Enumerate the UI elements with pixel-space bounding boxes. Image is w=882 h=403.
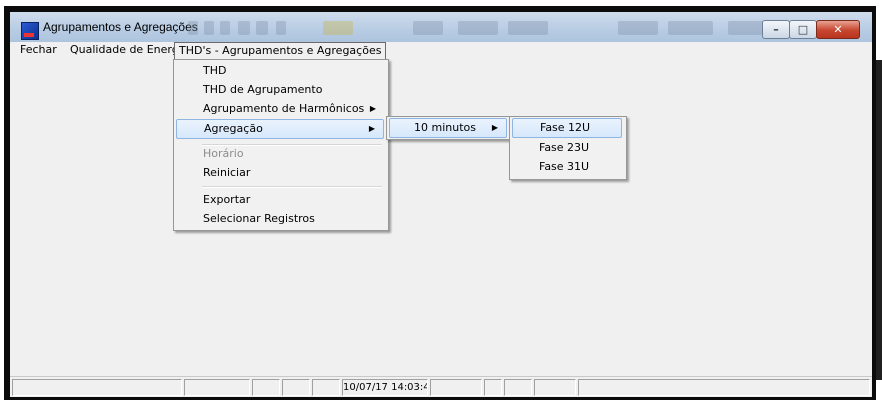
menu-item-thd-de-agrupamento[interactable]: THD de Agrupamento (176, 80, 384, 99)
minimize-icon: – (773, 23, 779, 36)
fase-submenu: Fase 12U Fase 23U Fase 31U (509, 116, 627, 180)
close-button[interactable]: ✕ (816, 20, 860, 39)
status-datetime: 10/07/17 14:03:43 (342, 379, 428, 396)
menu-item-label: Selecionar Registros (203, 212, 315, 225)
status-pane (430, 379, 482, 396)
menu-thd-agrupamentos-agregacoes[interactable]: THD's - Agrupamentos e Agregações (174, 42, 387, 59)
status-pane (184, 379, 250, 396)
status-pane (252, 379, 280, 396)
menu-item-label: Agrupamento de Harmônicos (203, 102, 365, 115)
window-title: Agrupamentos e Agregações (43, 20, 198, 34)
menu-item-label: Fase 12U (540, 121, 591, 134)
menu-item-label: Horário (203, 147, 244, 160)
menu-item-agrupamento-de-harmonicos[interactable]: Agrupamento de Harmônicos ▶ (176, 99, 384, 118)
menu-separator (202, 186, 382, 188)
submenu-arrow-icon: ▶ (368, 124, 375, 133)
client-area (10, 59, 872, 376)
menu-item-reiniciar[interactable]: Reiniciar (176, 163, 384, 182)
maximize-button[interactable]: □ (789, 20, 817, 39)
title-bar[interactable]: Agrupamentos e Agregações – □ ✕ (10, 12, 872, 42)
status-pane (578, 379, 870, 396)
menu-item-label: Agregação (204, 122, 263, 135)
menu-item-10-minutos[interactable]: 10 minutos ▶ (389, 118, 507, 138)
menu-item-agregacao[interactable]: Agregação ▶ (176, 119, 384, 139)
minimize-button[interactable]: – (762, 20, 790, 39)
status-pane (282, 379, 310, 396)
menu-item-fase-23u[interactable]: Fase 23U (512, 138, 622, 157)
window-controls: – □ ✕ (762, 20, 860, 39)
menu-item-fase-31u[interactable]: Fase 31U (512, 157, 622, 176)
menu-item-label: Exportar (203, 193, 251, 206)
menu-item-label: Fase 31U (539, 160, 590, 173)
status-pane (534, 379, 576, 396)
status-pane (484, 379, 502, 396)
menu-item-thd[interactable]: THD (176, 61, 384, 80)
status-pane (312, 379, 340, 396)
menu-item-label: 10 minutos (414, 121, 476, 134)
close-icon: ✕ (833, 23, 843, 36)
menu-item-label: Reiniciar (203, 166, 251, 179)
status-pane (12, 379, 182, 396)
menu-item-horario: Horário (176, 144, 384, 163)
background-toolbar-ghost (188, 21, 788, 35)
app-icon (21, 22, 39, 40)
status-bar: 10/07/17 14:03:43 (10, 376, 872, 397)
right-edge (876, 60, 882, 380)
menu-fechar[interactable]: Fechar (16, 42, 61, 59)
menu-item-label: THD (203, 64, 227, 77)
menu-item-fase-12u[interactable]: Fase 12U (512, 118, 622, 138)
submenu-arrow-icon: ▶ (491, 123, 498, 132)
status-pane (504, 379, 532, 396)
thd-dropdown-menu: THD THD de Agrupamento Agrupamento de Ha… (173, 59, 389, 231)
agregacao-submenu: 10 minutos ▶ (386, 116, 512, 140)
menu-item-label: THD de Agrupamento (203, 83, 323, 96)
menu-item-exportar[interactable]: Exportar (176, 190, 384, 209)
maximize-icon: □ (797, 23, 809, 36)
submenu-arrow-icon: ▶ (369, 104, 376, 113)
menu-item-selecionar-registros[interactable]: Selecionar Registros (176, 209, 384, 228)
menu-bar: Fechar Qualidade de Energia THD's - Agru… (10, 42, 872, 59)
menu-item-label: Fase 23U (539, 141, 590, 154)
